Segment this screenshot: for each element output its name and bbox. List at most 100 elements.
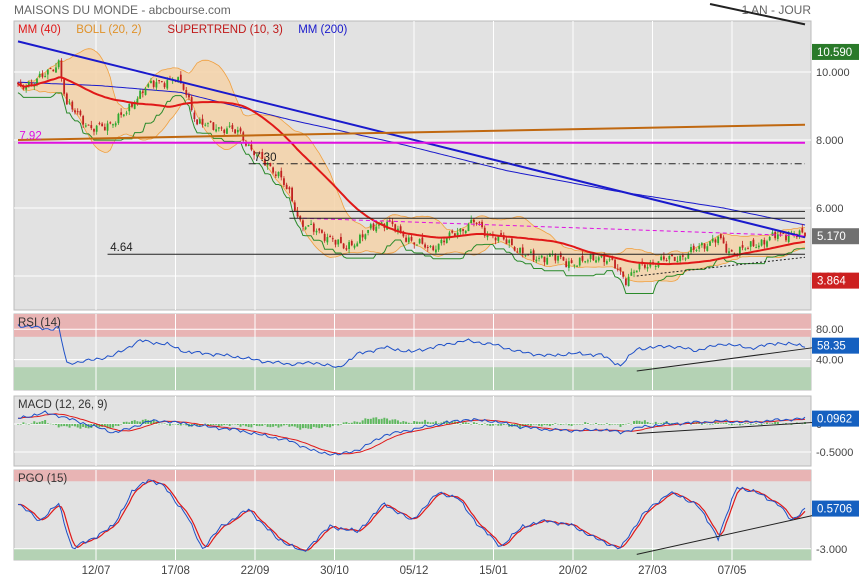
candle-body: [435, 249, 437, 253]
macd-hist-bar: [540, 424, 543, 427]
candle-body: [60, 60, 63, 78]
macd-hist-bar: [372, 417, 375, 424]
candle-body: [473, 219, 475, 223]
candle-body: [95, 125, 98, 132]
x-tick-label: 15/01: [479, 565, 508, 577]
candle-body: [236, 129, 239, 133]
candle-body: [372, 223, 375, 230]
macd-hist-bar: [326, 424, 329, 428]
candle-body: [207, 122, 209, 124]
macd-hist-bar: [22, 422, 25, 424]
candle-body: [407, 237, 410, 243]
candle-body: [755, 247, 758, 249]
candle-body: [30, 82, 33, 85]
candle-body: [470, 219, 473, 224]
candle-body: [109, 122, 112, 124]
macd-hist-bar: [714, 422, 717, 424]
macd-hist-bar: [586, 423, 589, 424]
candle-body: [426, 247, 429, 249]
macd-hist-bar: [19, 424, 22, 425]
candle-body: [722, 237, 725, 244]
candle-body: [595, 260, 597, 263]
candle-body: [500, 233, 502, 235]
macd-hist-bar: [706, 423, 709, 425]
candle-body: [307, 225, 310, 227]
macd-hist-bar: [654, 421, 657, 424]
candle-body: [459, 228, 462, 232]
macd-hist-bar: [212, 424, 215, 425]
macd-hist-bar: [432, 422, 435, 424]
y-tick-label: 80.00: [816, 324, 844, 336]
candle-body: [234, 129, 237, 134]
level-label: 7.92: [19, 131, 41, 143]
candle-body: [576, 265, 578, 267]
macd-hist-bar: [280, 424, 283, 427]
macd-hist-bar: [600, 424, 603, 425]
macd-hist-bar: [38, 421, 41, 424]
candle-body: [543, 256, 546, 263]
candle-body: [586, 260, 589, 262]
candle-body: [304, 227, 307, 230]
candle-body: [160, 81, 163, 83]
candle-body: [122, 114, 125, 116]
macd-hist-bar: [698, 423, 701, 424]
candle-body: [98, 123, 101, 125]
candle-body: [120, 112, 123, 115]
candle-body: [719, 234, 722, 239]
candle-body: [416, 244, 418, 246]
pgo-right-label: 0.5706: [817, 504, 852, 516]
candle-body: [82, 116, 85, 125]
macd-hist-bar: [570, 424, 573, 426]
chart-svg: MAISONS DU MONDE - abcbourse.com 1 AN - …: [13, 3, 859, 577]
y-tick-label: -0.5000: [816, 447, 853, 459]
candle-body: [557, 255, 559, 261]
macd-hist-bar: [394, 419, 397, 424]
candle-body: [443, 240, 445, 243]
macd-hist-bar: [725, 422, 728, 424]
macd-hist-bar: [616, 424, 619, 425]
candle-body: [763, 240, 766, 245]
macd-hist-bar: [54, 424, 57, 425]
macd-hist-bar: [741, 424, 744, 425]
candle-body: [605, 261, 608, 264]
candle-body: [668, 255, 671, 260]
candle-body: [188, 94, 190, 98]
macd-hist-bar: [293, 424, 296, 427]
macd-hist-bar: [73, 424, 76, 427]
candle-body: [283, 178, 285, 185]
macd-hist-bar: [386, 418, 389, 424]
y-tick-label: 8.000: [816, 135, 844, 147]
candle-body: [359, 234, 361, 244]
macd-hist-bar: [334, 424, 337, 425]
macd-hist-bar: [597, 424, 600, 425]
candle-body: [71, 101, 74, 110]
candle-body: [125, 112, 128, 114]
candle-body: [779, 232, 782, 234]
macd-hist-bar: [63, 424, 66, 427]
macd-hist-bar: [263, 424, 266, 425]
candle-body: [291, 187, 293, 201]
candle-body: [624, 278, 627, 285]
price-right-label: 5.170: [817, 231, 846, 243]
macd-hist-bar: [122, 421, 125, 424]
candle-body: [204, 124, 207, 126]
candle-body: [280, 170, 283, 178]
candle-body: [627, 276, 630, 287]
candle-body: [597, 257, 600, 261]
macd-hist-bar: [535, 424, 538, 425]
candle-body: [310, 223, 312, 225]
candle-body: [350, 241, 353, 246]
macd-hist-bar: [44, 419, 47, 424]
macd-hist-bar: [728, 424, 731, 425]
macd-hist-bar: [350, 422, 353, 424]
macd-hist-bar: [30, 423, 33, 424]
macd-hist-bar: [299, 424, 302, 430]
macd-hist-bar: [719, 423, 722, 425]
candle-body: [337, 239, 340, 245]
macd-hist-bar: [402, 421, 405, 424]
candle-body: [445, 238, 448, 243]
macd-hist-bar: [331, 424, 334, 426]
candle-body: [114, 123, 117, 126]
macd-hist-bar: [166, 424, 169, 425]
macd-hist-bar: [529, 424, 532, 426]
